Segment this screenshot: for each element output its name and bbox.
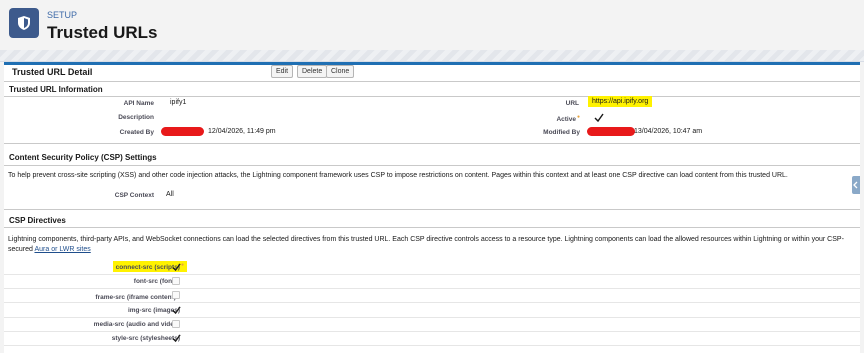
divider — [4, 227, 860, 228]
csp-directive-row: style-src (stylesheets) — [4, 332, 860, 346]
csp-directives-description: Lightning components, third-party APIs, … — [8, 235, 854, 255]
csp-directive-row: connect-src (scripts)● — [4, 261, 860, 275]
checkmark-icon — [172, 306, 181, 314]
api-name-value: ipify1 — [170, 99, 187, 106]
divider — [4, 81, 860, 82]
csp-directive-row: frame-src (iframe content)● — [4, 289, 860, 304]
redacted-created-by-user — [161, 127, 204, 136]
active-label-text: Active — [556, 116, 576, 124]
csp-directive-label: media-src (audio and video) — [70, 321, 180, 328]
clone-button[interactable]: Clone — [326, 65, 355, 78]
aura-lwr-sites-link[interactable]: Aura or LWR sites — [34, 246, 90, 253]
active-label: Active● — [494, 114, 580, 123]
shield-icon — [9, 8, 39, 38]
csp-directive-row: media-src (audio and video) — [4, 318, 860, 332]
detail-header: Trusted URL Detail Edit Delete Clone — [4, 65, 860, 82]
csp-directive-label-text: frame-src (iframe content) — [95, 294, 176, 302]
delete-button[interactable]: Delete — [297, 65, 328, 78]
csp-directive-label-text: style-src (stylesheets) — [111, 335, 180, 342]
divider — [4, 165, 860, 166]
help-info-icon[interactable]: ● — [181, 262, 184, 268]
redacted-modified-by-user — [587, 127, 635, 136]
divider — [4, 143, 860, 144]
checkmark-icon — [594, 113, 604, 123]
side-panel-toggle[interactable] — [852, 176, 860, 194]
section-title-information: Trusted URL Information — [9, 85, 103, 94]
detail-title: Trusted URL Detail — [12, 67, 93, 77]
csp-settings-description: To help prevent cross-site scripting (XS… — [8, 172, 788, 179]
csp-directive-label: font-src (fonts) — [70, 278, 180, 285]
csp-directive-label: style-src (stylesheets) — [70, 335, 180, 342]
url-label: URL — [565, 100, 579, 107]
csp-directive-row: img-src (images) — [4, 304, 860, 318]
csp-directive-label: img-src (images) — [70, 307, 180, 314]
checkmark-icon — [172, 334, 181, 343]
csp-directives-text: Lightning components, third-party APIs, … — [8, 236, 844, 253]
checkmark-icon — [172, 263, 181, 272]
page-header: SETUP Trusted URLs — [0, 0, 864, 52]
unchecked-checkbox — [172, 277, 180, 286]
detail-panel: Trusted URL Detail Edit Delete Clone Tru… — [4, 62, 860, 353]
api-name-label: API Name — [123, 100, 154, 107]
csp-context-value: All — [166, 191, 174, 198]
created-date-value: 12/04/2026, 11:49 pm — [208, 128, 276, 135]
unchecked-checkbox — [172, 291, 180, 300]
edit-button[interactable]: Edit — [271, 65, 294, 78]
csp-directive-label-text: media-src (audio and video) — [93, 320, 180, 328]
divider — [4, 209, 860, 210]
url-value: https://api.ipify.org — [588, 96, 653, 107]
help-info-icon[interactable]: ● — [577, 114, 580, 120]
page-title: Trusted URLs — [47, 23, 158, 42]
section-title-csp-directives: CSP Directives — [9, 216, 66, 225]
csp-context-label: CSP Context — [114, 192, 154, 199]
csp-directive-label: frame-src (iframe content)● — [70, 292, 180, 301]
description-label: Description — [118, 114, 154, 121]
unchecked-checkbox — [172, 319, 180, 328]
modified-by-label: Modified By — [543, 129, 580, 136]
csp-directive-label-text: connect-src (scripts) — [115, 264, 180, 272]
csp-directive-row: font-src (fonts) — [4, 275, 860, 290]
divider — [4, 96, 860, 97]
setup-label: SETUP — [47, 10, 78, 20]
created-by-label: Created By — [119, 129, 154, 136]
modified-date-value: 13/04/2026, 10:47 am — [634, 128, 703, 135]
header-pattern-band — [0, 50, 864, 62]
section-title-csp-settings: Content Security Policy (CSP) Settings — [9, 153, 157, 162]
